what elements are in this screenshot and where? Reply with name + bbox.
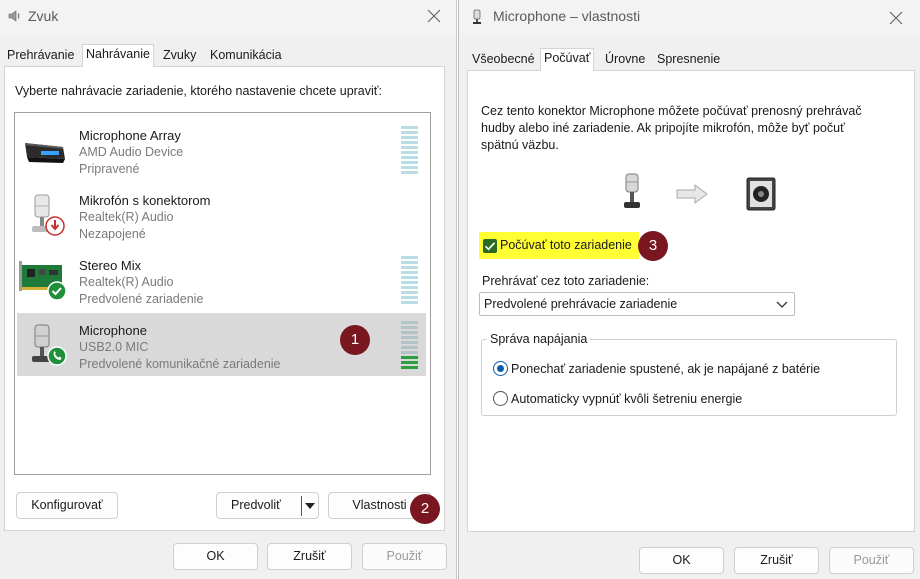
chevron-down-icon[interactable] — [305, 503, 315, 509]
cancel-button[interactable]: Zrušiť — [267, 543, 352, 570]
sound-card-icon — [19, 261, 67, 301]
list-item[interactable]: Microphone Array AMD Audio Device Pripra… — [17, 118, 426, 181]
playback-device-select[interactable]: Predvolené prehrávacie zariadenie — [479, 292, 795, 316]
playback-label: Prehrávať cez toto zariadenie: — [482, 274, 650, 288]
power-keep-running-label[interactable]: Ponechať zariadenie spustené, ak je napá… — [511, 362, 820, 376]
microphone-icon — [32, 194, 65, 236]
power-auto-off-label[interactable]: Automaticky vypnúť kvôli šetreniu energi… — [511, 392, 742, 406]
check-icon — [484, 242, 496, 251]
phone-status-icon — [47, 346, 67, 366]
recording-device-list[interactable]: Microphone Array AMD Audio Device Pripra… — [14, 112, 431, 475]
level-meter — [401, 321, 418, 369]
listen-description: Cez tento konektor Microphone môžete poč… — [481, 104, 862, 152]
microphone-properties-window: Microphone – vlastnosti Všeobecné Počúva… — [458, 0, 920, 579]
tab-general[interactable]: Všeobecné — [469, 50, 538, 70]
device-name: Microphone — [79, 323, 147, 338]
level-meter — [401, 256, 418, 304]
device-name: Stereo Mix — [79, 258, 142, 273]
list-item[interactable]: Mikrofón s konektorom Realtek(R) Audio N… — [17, 183, 426, 246]
listen-checkbox[interactable] — [483, 239, 497, 253]
device-driver: Realtek(R) Audio — [79, 275, 174, 289]
cancel-button[interactable]: Zrušiť — [734, 547, 819, 574]
arrow-right-icon — [676, 184, 708, 204]
step-badge-2: 2 — [410, 494, 440, 524]
speaker-icon — [8, 10, 20, 22]
unplugged-status-icon — [45, 216, 65, 236]
set-default-label: Predvoliť — [231, 498, 281, 512]
tab-listen[interactable]: Počúvať — [540, 48, 595, 71]
tab-advanced[interactable]: Spresnenie — [654, 50, 723, 70]
ok-button[interactable]: OK — [639, 547, 724, 574]
sound-window-title: Zvuk — [28, 8, 59, 24]
playback-device-value: Predvolené prehrávacie zariadenie — [484, 297, 678, 311]
tab-levels[interactable]: Úrovne — [602, 50, 648, 70]
properties-tabs: Všeobecné Počúvať Úrovne Spresnenie — [459, 48, 920, 71]
device-status: Predvolené komunikačné zariadenie — [79, 357, 281, 371]
properties-titlebar: Microphone – vlastnosti — [459, 0, 920, 34]
microphone-icon — [473, 9, 481, 24]
close-icon[interactable] — [424, 6, 444, 26]
step-badge-1: 1 — [340, 325, 370, 355]
device-name: Microphone Array — [79, 128, 181, 143]
split-divider — [301, 496, 302, 516]
sound-tabs: Prehrávanie Nahrávanie Zvuky Komunikácia — [0, 44, 457, 67]
device-driver: USB2.0 MIC — [79, 340, 149, 354]
microphone-array-icon — [25, 143, 65, 163]
apply-button[interactable]: Použiť — [829, 547, 914, 574]
list-item[interactable]: Stereo Mix Realtek(R) Audio Predvolené z… — [17, 248, 426, 311]
device-driver: AMD Audio Device — [79, 145, 184, 159]
level-meter — [401, 126, 418, 174]
microphone-icon — [32, 324, 67, 366]
set-default-split-button[interactable]: Predvoliť — [216, 492, 319, 519]
properties-window-title: Microphone – vlastnosti — [493, 8, 641, 24]
close-icon[interactable] — [886, 8, 906, 28]
check-status-icon — [47, 281, 67, 301]
device-name: Mikrofón s konektorom — [79, 193, 211, 208]
ok-button[interactable]: OK — [173, 543, 258, 570]
tab-communication[interactable]: Komunikácia — [207, 46, 285, 66]
recording-instruction: Vyberte nahrávacie zariadenie, ktorého n… — [15, 84, 382, 98]
listen-checkbox-label[interactable]: Počúvať toto zariadenie — [500, 238, 632, 252]
device-status: Predvolené zariadenie — [79, 292, 204, 306]
chevron-down-icon — [776, 301, 788, 308]
microphone-icon — [624, 173, 640, 208]
configure-button[interactable]: Konfigurovať — [16, 492, 118, 519]
sound-titlebar: Zvuk — [0, 0, 456, 34]
tab-sounds[interactable]: Zvuky — [160, 46, 199, 66]
tab-playback[interactable]: Prehrávanie — [4, 46, 77, 66]
apply-button[interactable]: Použiť — [362, 543, 447, 570]
device-driver: Realtek(R) Audio — [79, 210, 174, 224]
power-keep-running-radio[interactable] — [493, 361, 508, 376]
sound-window: Zvuk Prehrávanie Nahrávanie Zvuky Komuni… — [0, 0, 457, 579]
speaker-device-icon — [746, 177, 776, 211]
tab-recording[interactable]: Nahrávanie — [82, 44, 154, 67]
device-status: Nezapojené — [79, 227, 146, 241]
device-status: Pripravené — [79, 162, 140, 176]
step-badge-3: 3 — [638, 231, 668, 261]
power-management-label: Správa napájania — [487, 332, 591, 346]
power-auto-off-radio[interactable] — [493, 391, 508, 406]
